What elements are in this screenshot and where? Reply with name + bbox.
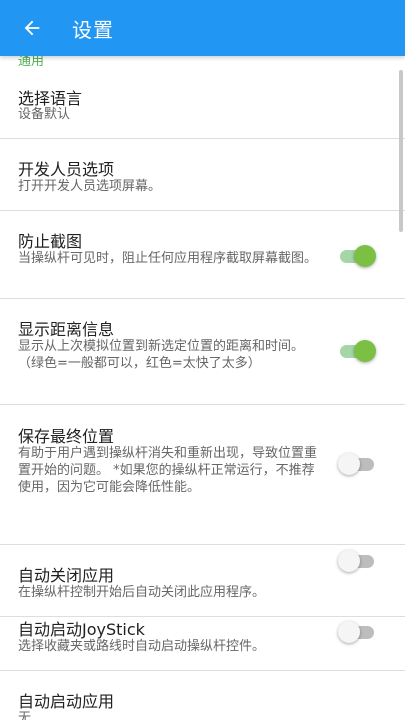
page-title: 设置 bbox=[72, 17, 114, 42]
prevent-screenshot-switch[interactable] bbox=[338, 245, 376, 267]
pref-summary: 设备默认 bbox=[18, 107, 71, 122]
pref-summary: 显示从上次模拟位置到新选定位置的距离和时间。 （绿色=一般都可以，红色=太快了太… bbox=[18, 339, 305, 371]
save-position-switch[interactable] bbox=[338, 453, 376, 475]
pref-developer-options[interactable]: 开发人员选项 打开开发人员选项屏幕。 bbox=[0, 139, 405, 211]
pref-auto-close-app[interactable]: 自动关闭应用 在操纵杆控制开始后自动关闭此应用程序。 bbox=[0, 545, 405, 617]
show-distance-switch[interactable] bbox=[338, 340, 376, 362]
pref-title: 开发人员选项 bbox=[18, 160, 115, 179]
auto-start-joystick-switch[interactable] bbox=[338, 621, 376, 643]
pref-auto-start-joystick[interactable]: 自动启动JoyStick 选择收藏夹或路线时自动启动操纵杆控件。 bbox=[0, 617, 405, 671]
switch-thumb bbox=[338, 621, 360, 643]
auto-close-switch[interactable] bbox=[338, 550, 376, 572]
pref-title: 自动关闭应用 bbox=[18, 566, 115, 585]
pref-summary: 在操纵杆控制开始后自动关闭此应用程序。 bbox=[18, 585, 266, 600]
pref-summary: 当操纵杆可见时，阻止任何应用程序截取屏幕截图。 bbox=[18, 251, 318, 266]
pref-title: 保存最终位置 bbox=[18, 427, 115, 446]
pref-title: 防止截图 bbox=[18, 232, 83, 251]
arrow-left-icon bbox=[24, 20, 40, 36]
pref-save-final-position[interactable]: 保存最终位置 有助于用户遇到操纵杆消失和重新出现，导致位置重置开始的问题。 *如… bbox=[0, 405, 405, 545]
scrollbar[interactable] bbox=[399, 70, 403, 232]
pref-title: 显示距离信息 bbox=[18, 320, 115, 339]
settings-list: 通用 选择语言 设备默认 开发人员选项 打开开发人员选项屏幕。 防止截图 当操纵… bbox=[0, 56, 405, 720]
pref-summary: 无 bbox=[18, 711, 32, 720]
pref-show-distance-info[interactable]: 显示距离信息 显示从上次模拟位置到新选定位置的距离和时间。 （绿色=一般都可以，… bbox=[0, 299, 405, 405]
pref-summary: 打开开发人员选项屏幕。 bbox=[18, 179, 162, 194]
pref-title: 自动启动应用 bbox=[18, 692, 115, 711]
switch-thumb bbox=[338, 550, 360, 572]
pref-summary: 选择收藏夹或路线时自动启动操纵杆控件。 bbox=[18, 639, 266, 654]
switch-thumb bbox=[354, 245, 376, 267]
switch-thumb bbox=[338, 453, 360, 475]
switch-thumb bbox=[354, 340, 376, 362]
pref-auto-start-app[interactable]: 自动启动应用 无 bbox=[0, 671, 405, 720]
back-button[interactable] bbox=[0, 0, 64, 56]
pref-prevent-screenshot[interactable]: 防止截图 当操纵杆可见时，阻止任何应用程序截取屏幕截图。 bbox=[0, 211, 405, 299]
pref-select-language[interactable]: 选择语言 设备默认 bbox=[0, 56, 405, 139]
pref-summary: 有助于用户遇到操纵杆消失和重新出现，导致位置重置开始的问题。 *如果您的操纵杆正… bbox=[18, 446, 318, 495]
pref-title: 自动启动JoyStick bbox=[18, 620, 145, 639]
app-bar: 设置 bbox=[0, 0, 405, 56]
